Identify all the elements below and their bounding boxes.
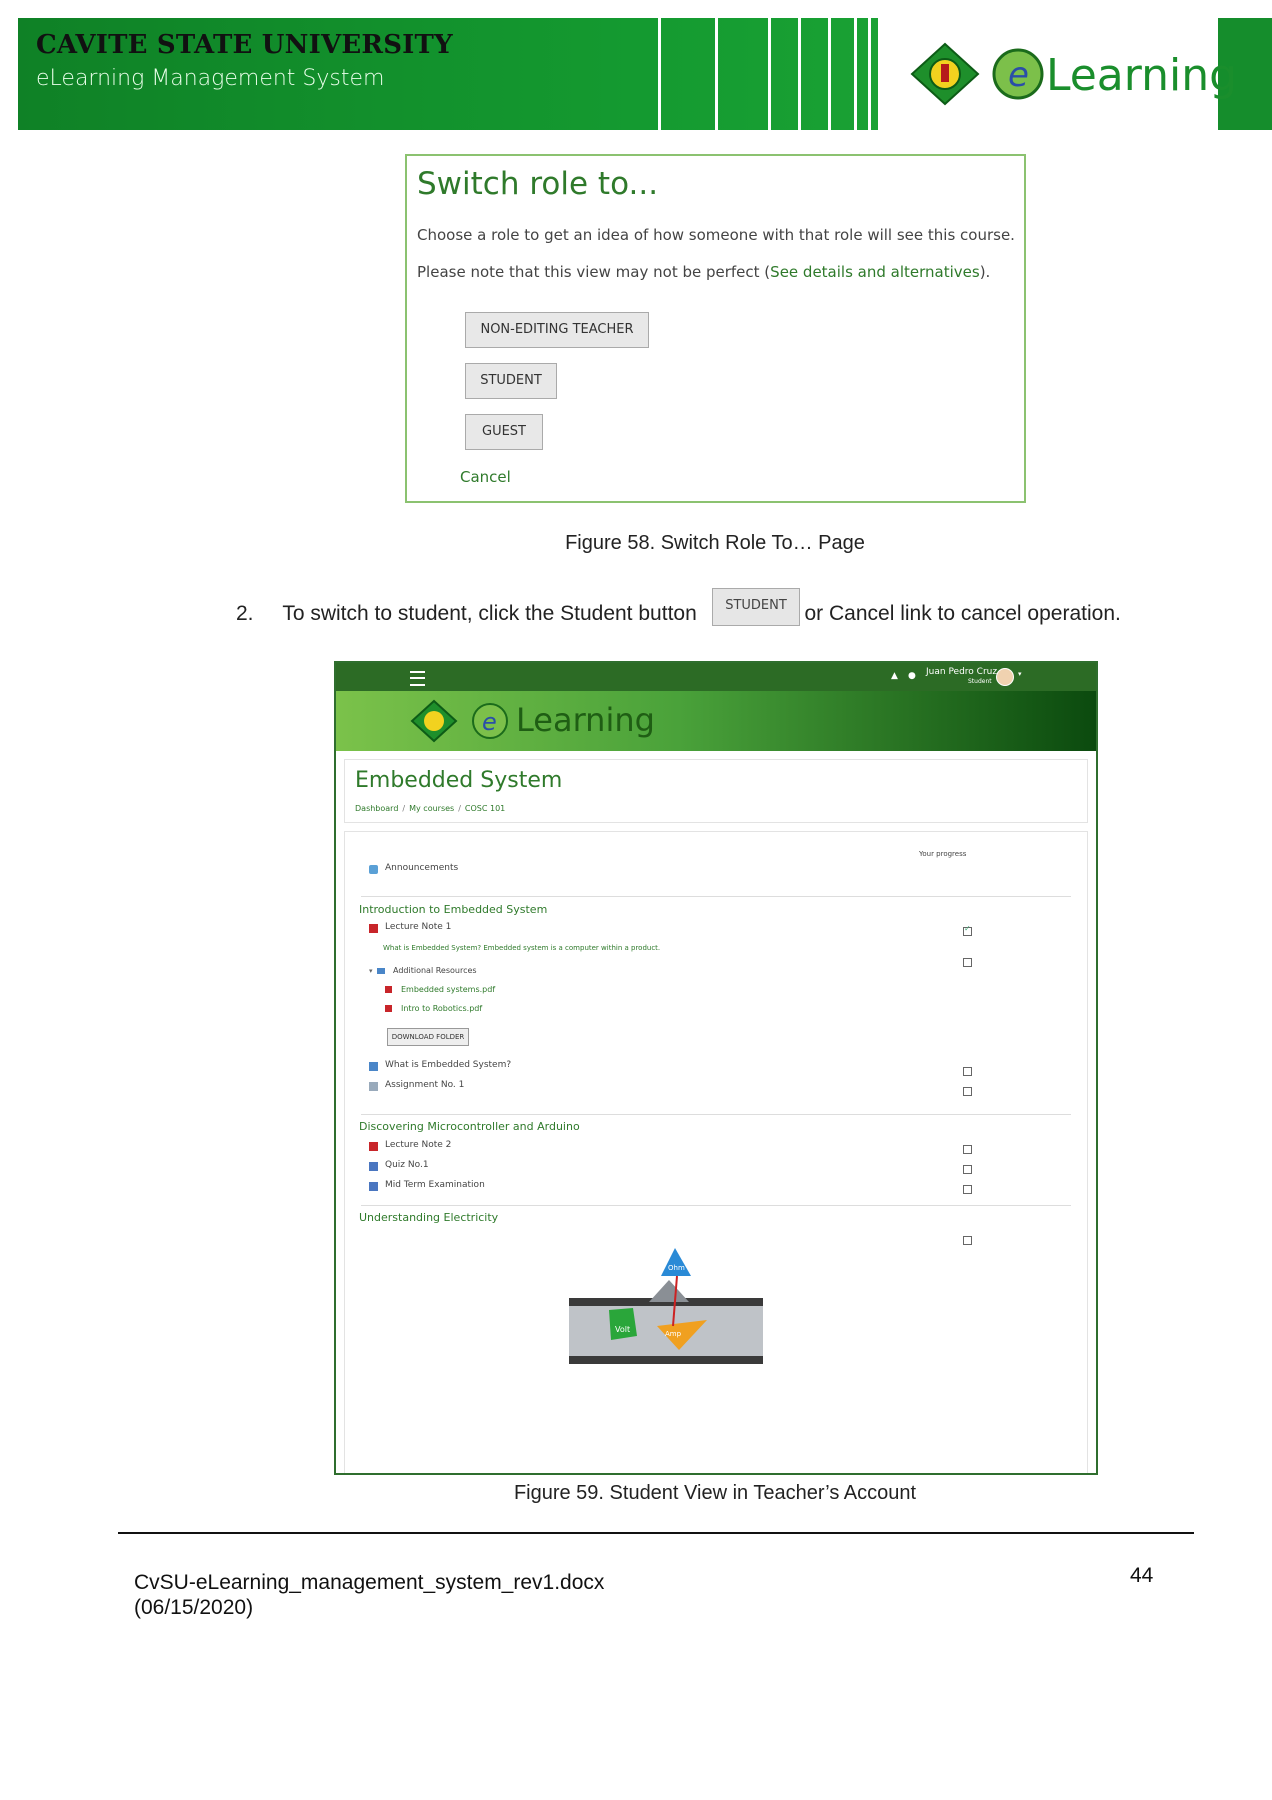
divider — [361, 896, 1071, 897]
note-suffix: ). — [979, 263, 991, 281]
hero-banner: e Learning — [336, 691, 1096, 751]
ohms-law-illustration: Ohm Volt Amp — [569, 1248, 763, 1364]
step-number: 2. — [236, 602, 254, 625]
step-text-button: button — [638, 602, 697, 625]
footer-filename-block: CvSU-eLearning_management_system_rev1.do… — [134, 1570, 604, 1620]
chat-icon[interactable]: ● — [908, 671, 916, 681]
elearning-globe-icon: e — [472, 703, 508, 739]
pdf-icon — [369, 1142, 378, 1151]
quiz-icon — [369, 1182, 378, 1191]
step-text-pre: To switch to student, click the — [282, 602, 555, 625]
pdf-icon — [369, 924, 378, 933]
note-prefix: Please note that this view may not be pe… — [417, 263, 771, 281]
download-folder-button[interactable]: DOWNLOAD FOLDER — [387, 1028, 469, 1046]
page-number: 44 — [1130, 1564, 1154, 1587]
footer-filename: CvSU-eLearning_management_system_rev1.do… — [134, 1571, 605, 1594]
breadcrumb-dashboard[interactable]: Dashboard — [355, 804, 398, 813]
guest-button[interactable]: GUEST — [465, 414, 543, 450]
announcements-link[interactable]: Announcements — [385, 863, 458, 873]
activity-link[interactable]: What is Embedded System? — [385, 1060, 511, 1070]
university-name: CAVITE STATE UNIVERSITY — [36, 30, 453, 60]
user-role: Student — [968, 678, 992, 685]
divider — [361, 1205, 1071, 1206]
bell-icon[interactable]: ▲ — [891, 671, 898, 681]
section-title: Understanding Electricity — [359, 1211, 499, 1224]
page-icon — [369, 1062, 378, 1071]
system-subtitle: eLearning Management System — [36, 66, 385, 91]
footer-rule — [118, 1532, 1194, 1534]
user-menu-chevron-icon[interactable]: ▾ — [1018, 670, 1022, 678]
completion-checkbox[interactable] — [963, 958, 972, 967]
assignment-icon — [369, 1082, 378, 1091]
svg-text:e: e — [482, 708, 497, 736]
progress-label: Your progress — [919, 850, 967, 858]
cvsu-seal-icon — [910, 42, 980, 106]
forum-icon — [369, 865, 378, 874]
course-content: Your progress Announcements Introduction… — [344, 831, 1088, 1473]
breadcrumb: Dashboard / My courses / COSC 101 — [355, 804, 506, 813]
cvsu-seal-icon — [410, 699, 458, 743]
avatar[interactable] — [996, 668, 1014, 686]
hamburger-menu-icon[interactable] — [410, 671, 425, 686]
amp-label: Amp — [665, 1330, 682, 1338]
completion-checkbox[interactable] — [963, 1185, 972, 1194]
file-link[interactable]: Intro to Robotics.pdf — [401, 1004, 482, 1013]
switch-role-description: Choose a role to get an idea of how some… — [417, 226, 1015, 244]
section-title: Introduction to Embedded System — [359, 903, 548, 916]
step-instruction: 2. To switch to student, click the Stude… — [236, 602, 1121, 626]
non-editing-teacher-button[interactable]: NON-EDITING TEACHER — [465, 312, 649, 348]
figure-59-caption: Figure 59. Student View in Teacher’s Acc… — [513, 1482, 917, 1504]
activity-link[interactable]: Lecture Note 1 — [385, 922, 451, 932]
breadcrumb-my-courses[interactable]: My courses — [409, 804, 454, 813]
cancel-link[interactable]: Cancel — [460, 468, 511, 486]
file-link[interactable]: Embedded systems.pdf — [401, 985, 495, 994]
student-view-screenshot: ▲ ● Juan Pedro Cruz Student ▾ e Learning… — [334, 661, 1098, 1475]
step-text-post: link to cancel operation. — [900, 602, 1121, 625]
step-text-or: or — [804, 602, 824, 625]
quiz-icon — [369, 1162, 378, 1171]
elearning-globe-icon: e — [992, 48, 1044, 100]
breadcrumb-course[interactable]: COSC 101 — [465, 804, 505, 813]
user-name[interactable]: Juan Pedro Cruz — [926, 667, 997, 677]
student-button[interactable]: STUDENT — [465, 363, 557, 399]
switch-role-title: Switch role to... — [417, 166, 659, 202]
switch-role-note: Please note that this view may not be pe… — [417, 263, 990, 281]
activity-description: What is Embedded System? Embedded system… — [383, 944, 661, 952]
activity-link[interactable]: Assignment No. 1 — [385, 1080, 464, 1090]
step-bold-student: Student — [560, 602, 633, 625]
divider — [361, 1114, 1071, 1115]
activity-link[interactable]: Lecture Note 2 — [385, 1140, 451, 1150]
activity-link[interactable]: Mid Term Examination — [385, 1180, 485, 1190]
pdf-icon — [385, 986, 392, 993]
step-bold-cancel: Cancel — [828, 602, 895, 625]
figure-58-caption: Figure 58. Switch Role To… Page — [565, 532, 865, 554]
activity-link[interactable]: Quiz No.1 — [385, 1160, 429, 1170]
completion-checkbox[interactable] — [963, 924, 972, 936]
completion-checkbox[interactable] — [963, 1067, 972, 1076]
svg-text:e: e — [1008, 55, 1029, 95]
folder-expand-icon[interactable]: ▾ — [369, 967, 373, 975]
pdf-icon — [385, 1005, 392, 1012]
folder-icon — [377, 968, 385, 974]
completion-checkbox[interactable] — [963, 1145, 972, 1154]
elearning-logo-text: Learning — [1046, 50, 1238, 101]
top-navbar: ▲ ● Juan Pedro Cruz Student ▾ — [336, 663, 1096, 691]
details-link[interactable]: See details and alternatives — [770, 263, 980, 281]
course-header: Embedded System Dashboard / My courses / COS… — [344, 759, 1088, 823]
switch-role-panel: Switch role to... Choose a role to get a… — [405, 154, 1026, 503]
footer-date: (06/15/2020) — [134, 1596, 254, 1619]
folder-link[interactable]: Additional Resources — [393, 966, 477, 975]
hero-logo-text: Learning — [516, 701, 655, 739]
section-title: Discovering Microcontroller and Arduino — [359, 1120, 580, 1133]
completion-checkbox[interactable] — [963, 1087, 972, 1096]
inline-student-button[interactable]: STUDENT — [712, 588, 800, 626]
ohm-label: Ohm — [668, 1264, 685, 1272]
completion-checkbox[interactable] — [963, 1165, 972, 1174]
completion-checkbox[interactable] — [963, 1236, 972, 1245]
course-title: Embedded System — [355, 768, 563, 793]
volt-label: Volt — [615, 1325, 630, 1334]
